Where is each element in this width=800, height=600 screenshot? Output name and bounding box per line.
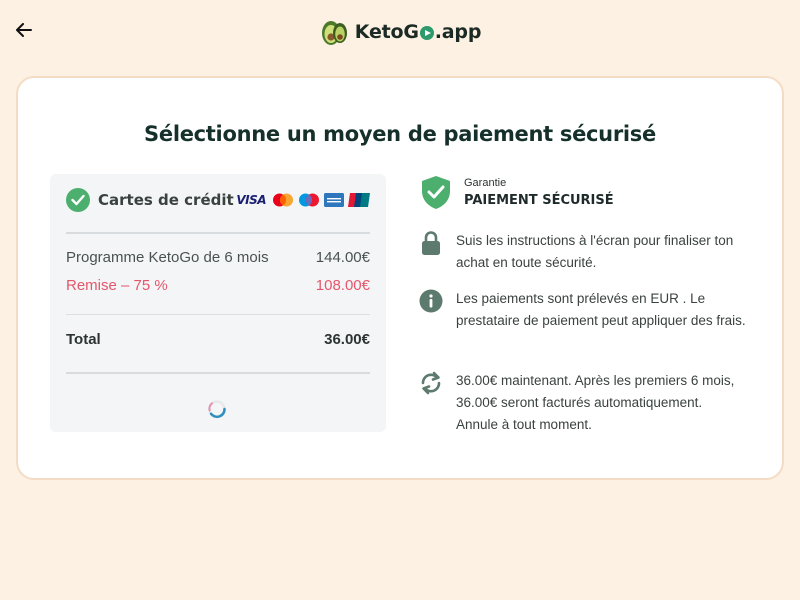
loading-spinner-icon xyxy=(208,400,226,419)
logo-text: KetoG .app xyxy=(354,21,482,43)
visa-logo: VISA xyxy=(236,193,266,207)
guarantee-small-label: Garantie xyxy=(464,177,507,189)
amex-logo xyxy=(324,193,344,207)
payment-method-label: Cartes de crédit xyxy=(98,191,234,209)
info-text: Suis les instructions à l'écran pour fin… xyxy=(456,233,734,270)
divider xyxy=(66,372,370,374)
line-item-price: 144.00€ xyxy=(315,249,370,266)
info-panel: Garantie PAIEMENT SÉCURISÉ Suis les inst… xyxy=(418,174,758,432)
guarantee-badge: Garantie PAIEMENT SÉCURISÉ xyxy=(418,174,758,210)
lock-icon xyxy=(422,231,440,255)
maestro-logo xyxy=(299,193,319,207)
mastercard-logo xyxy=(273,193,293,207)
info-item-renewal: 36.00€ maintenant. Après les premiers 6 … xyxy=(418,370,746,436)
divider xyxy=(66,314,370,315)
total-label: Total xyxy=(66,331,101,348)
unionpay-logo xyxy=(348,193,370,207)
card-brand-logos: VISA xyxy=(236,193,370,207)
info-item-currency: Les paiements sont prélevés en EUR . Le … xyxy=(418,288,746,332)
discount-amount: 108.00€ xyxy=(315,277,370,294)
total-amount: 36.00€ xyxy=(324,331,370,348)
discount-label: Remise – 75 % xyxy=(66,277,168,294)
info-text: 36.00€ maintenant. Après les premiers 6 … xyxy=(456,373,735,432)
discount-row: Remise – 75 % 108.00€ xyxy=(66,277,370,294)
line-item-row: Programme KetoGo de 6 mois 144.00€ xyxy=(66,249,370,266)
guarantee-title: PAIEMENT SÉCURISÉ xyxy=(464,193,614,208)
shield-check-icon xyxy=(422,176,450,209)
total-row: Total 36.00€ xyxy=(66,331,370,348)
avocado-icon xyxy=(321,21,347,45)
divider xyxy=(66,232,370,234)
refresh-icon xyxy=(421,371,441,395)
payment-card: Sélectionne un moyen de paiement sécuris… xyxy=(16,76,784,480)
line-item-label: Programme KetoGo de 6 mois xyxy=(66,249,269,266)
play-icon xyxy=(419,26,434,40)
payment-method-box: Cartes de crédit VISA Programme KetoGo d… xyxy=(50,174,386,432)
info-icon xyxy=(419,289,443,313)
info-text: Les paiements sont prélevés en EUR . Le … xyxy=(456,291,746,328)
logo: KetoG .app xyxy=(0,14,800,50)
info-item-secure: Suis les instructions à l'écran pour fin… xyxy=(418,230,746,274)
payment-method-option[interactable]: Cartes de crédit VISA xyxy=(66,188,370,212)
page-title: Sélectionne un moyen de paiement sécuris… xyxy=(144,122,656,146)
check-circle-icon xyxy=(66,188,90,212)
